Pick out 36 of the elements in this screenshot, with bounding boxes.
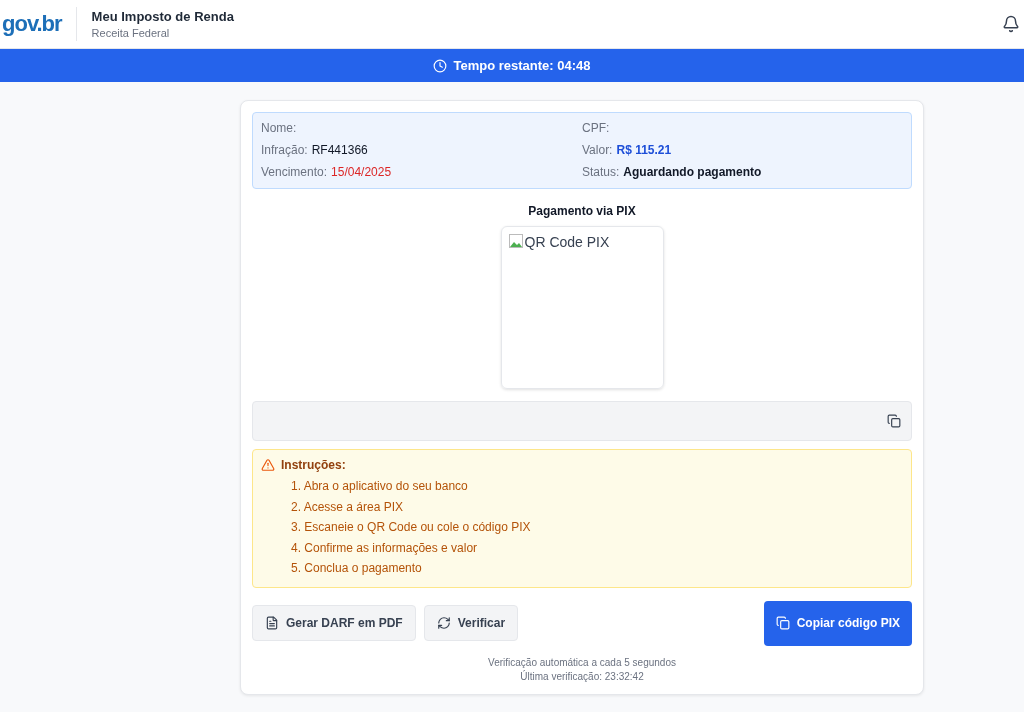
refresh-icon: [436, 616, 451, 630]
action-button[interactable]: Gerar DARF em PDF: [252, 605, 416, 641]
instruction-step: 5. Conclua o pagamento: [261, 558, 903, 579]
field-value: Aguardando pagamento: [623, 164, 762, 181]
action-button[interactable]: Copiar código PIX: [763, 600, 912, 646]
field-label: Nome:: [261, 120, 297, 137]
action-button[interactable]: Verificar: [423, 605, 519, 641]
timer-text: Tempo restante: 04:48: [453, 58, 591, 73]
field-label: Vencimento:: [261, 164, 328, 181]
pix-code-field[interactable]: [252, 401, 912, 441]
footer-note: Verificação automática a cada 5 segundos: [487, 655, 677, 670]
clock-icon: [433, 58, 448, 73]
section-title: Pagamento via PIX: [527, 204, 637, 218]
field-label: Status:: [582, 164, 620, 181]
instructions-title: Instruções:: [281, 458, 346, 472]
field-value: RF441366: [311, 142, 368, 159]
instruction-step: 4. Confirme as informações e valor: [261, 537, 903, 558]
copy-icon: [775, 616, 790, 630]
document-icon: [265, 616, 279, 630]
instruction-step: 2. Acesse a área PIX: [261, 496, 903, 517]
field-value: R$ 115.21: [616, 142, 672, 159]
app-subtitle: Receita Federal: [91, 27, 171, 39]
broken-image-icon: [508, 234, 523, 248]
warning-icon: [261, 458, 275, 472]
instruction-step: 1. Abra o aplicativo do seu banco: [261, 476, 903, 497]
field-label: Valor:: [582, 142, 613, 159]
copy-icon[interactable]: [887, 414, 901, 428]
field-label: CPF:: [582, 120, 610, 137]
field-label: Infração:: [261, 142, 308, 159]
app-title: Meu Imposto de Renda: [91, 9, 235, 24]
field-value: 15/04/2025: [331, 164, 392, 181]
notification-bell-icon[interactable]: [1002, 15, 1020, 33]
footer-note: Última verificação: 23:32:42: [519, 669, 645, 684]
logo: gov.br: [2, 11, 64, 37]
image-alt-text: QR Code PIX: [524, 234, 610, 250]
instruction-step: 3. Escaneie o QR Code ou cole o código PIX: [261, 517, 903, 538]
